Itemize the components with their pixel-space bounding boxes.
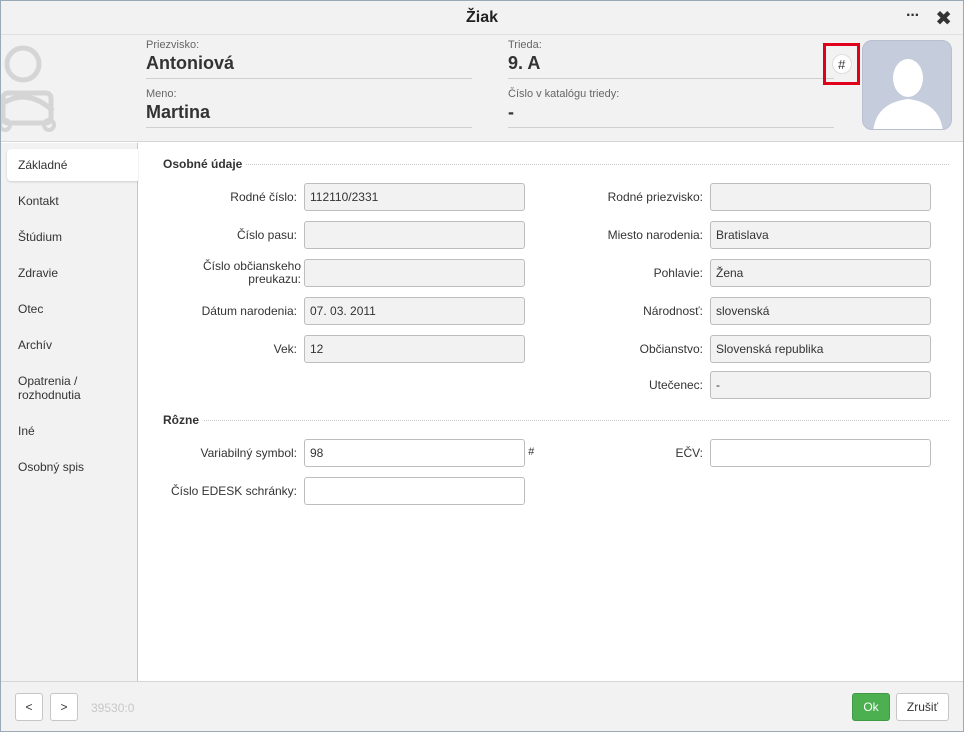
- sidebar: Základné Kontakt Štúdium Zdravie Otec Ar…: [1, 143, 138, 681]
- section-divider: [149, 420, 949, 421]
- tab-zdravie[interactable]: Zdravie: [7, 257, 138, 289]
- surname-label: Priezvisko:: [146, 39, 200, 51]
- birth-number-field[interactable]: 112110/2331: [304, 183, 525, 211]
- gender-label: Pohlavie:: [653, 265, 703, 280]
- age-label: Vek:: [273, 341, 297, 356]
- variable-symbol-label: Variabilný symbol:: [200, 445, 297, 460]
- surname-value: Antoniová: [146, 53, 472, 79]
- class-label: Trieda:: [508, 39, 542, 51]
- surname-field: Priezvisko: Antoniová: [146, 39, 472, 79]
- ecv-label: EČV:: [675, 445, 703, 460]
- name-value: Martina: [146, 102, 472, 128]
- student-photo[interactable]: [862, 40, 952, 130]
- main-content: Osobné údaje Rodné číslo: 112110/2331 Čí…: [139, 143, 963, 681]
- tab-studium[interactable]: Štúdium: [7, 221, 138, 253]
- catalog-value: -: [508, 102, 834, 128]
- section-divider: [149, 164, 949, 165]
- catalog-field: Číslo v katalógu triedy: -: [508, 88, 834, 128]
- name-field: Meno: Martina: [146, 88, 472, 128]
- footer: < > 39530:0 Ok Zrušiť: [1, 681, 963, 731]
- dialog-title: Žiak: [465, 9, 498, 26]
- refugee-field[interactable]: -: [710, 371, 931, 399]
- age-field[interactable]: 12: [304, 335, 525, 363]
- ecv-field[interactable]: [710, 439, 931, 467]
- tab-archiv[interactable]: Archív: [7, 329, 138, 361]
- cancel-button[interactable]: Zrušiť: [896, 693, 949, 721]
- close-icon[interactable]: ✖: [935, 6, 952, 31]
- passport-label: Číslo pasu:: [236, 227, 297, 242]
- record-id: 39530:0: [91, 701, 135, 715]
- edesk-label: Číslo EDESK schránky:: [170, 483, 297, 498]
- more-menu-icon[interactable]: ···: [906, 7, 920, 25]
- edesk-field[interactable]: [304, 477, 525, 505]
- tab-osobny-spis[interactable]: Osobný spis: [7, 451, 138, 483]
- refugee-label: Utečenec:: [648, 377, 703, 392]
- avatar-placeholder-icon: [873, 59, 943, 129]
- tab-otec[interactable]: Otec: [7, 293, 138, 325]
- variable-symbol-hash-icon[interactable]: #: [528, 446, 534, 458]
- class-field: Trieda: 9. A: [508, 39, 834, 79]
- title-bar: Žiak ··· ✖: [1, 1, 963, 35]
- nationality-label: Národnosť:: [643, 303, 703, 318]
- hash-icon: #: [831, 54, 852, 74]
- id-card-field[interactable]: [304, 259, 525, 287]
- birth-date-label: Dátum narodenia:: [201, 303, 297, 318]
- citizenship-label: Občianstvo:: [639, 341, 703, 356]
- section-misc-title: Rôzne: [149, 413, 203, 427]
- student-desk-icon: [1, 45, 56, 132]
- birth-date-field[interactable]: 07. 03. 2011: [304, 297, 525, 325]
- class-value: 9. A: [508, 53, 834, 79]
- student-dialog: Žiak ··· ✖ Priezvisko: Antoniová Meno: M…: [0, 0, 964, 732]
- id-card-label: Číslo občianskeho preukazu:: [202, 259, 301, 286]
- student-header: Priezvisko: Antoniová Meno: Martina Trie…: [1, 35, 963, 142]
- tab-kontakt[interactable]: Kontakt: [7, 185, 138, 217]
- catalog-label: Číslo v katalógu triedy:: [508, 88, 620, 100]
- next-record-button[interactable]: >: [50, 693, 78, 721]
- prev-record-button[interactable]: <: [15, 693, 43, 721]
- variable-symbol-field[interactable]: 98: [304, 439, 525, 467]
- nationality-field[interactable]: slovenská: [710, 297, 931, 325]
- citizenship-field[interactable]: Slovenská republika: [710, 335, 931, 363]
- maiden-name-field[interactable]: [710, 183, 931, 211]
- birth-place-label: Miesto narodenia:: [607, 227, 703, 242]
- maiden-name-label: Rodné priezvisko:: [607, 189, 703, 204]
- passport-field[interactable]: [304, 221, 525, 249]
- ok-button[interactable]: Ok: [852, 693, 890, 721]
- name-label: Meno:: [146, 88, 177, 100]
- tab-zakladne[interactable]: Základné: [7, 149, 138, 181]
- tab-ine[interactable]: Iné: [7, 415, 138, 447]
- birth-number-label: Rodné číslo:: [230, 189, 297, 204]
- section-personal-title: Osobné údaje: [149, 157, 247, 171]
- tab-opatrenia[interactable]: Opatrenia / rozhodnutia: [7, 365, 107, 402]
- gender-field[interactable]: Žena: [710, 259, 931, 287]
- birth-place-field[interactable]: Bratislava: [710, 221, 931, 249]
- class-hash-button[interactable]: #: [823, 43, 860, 85]
